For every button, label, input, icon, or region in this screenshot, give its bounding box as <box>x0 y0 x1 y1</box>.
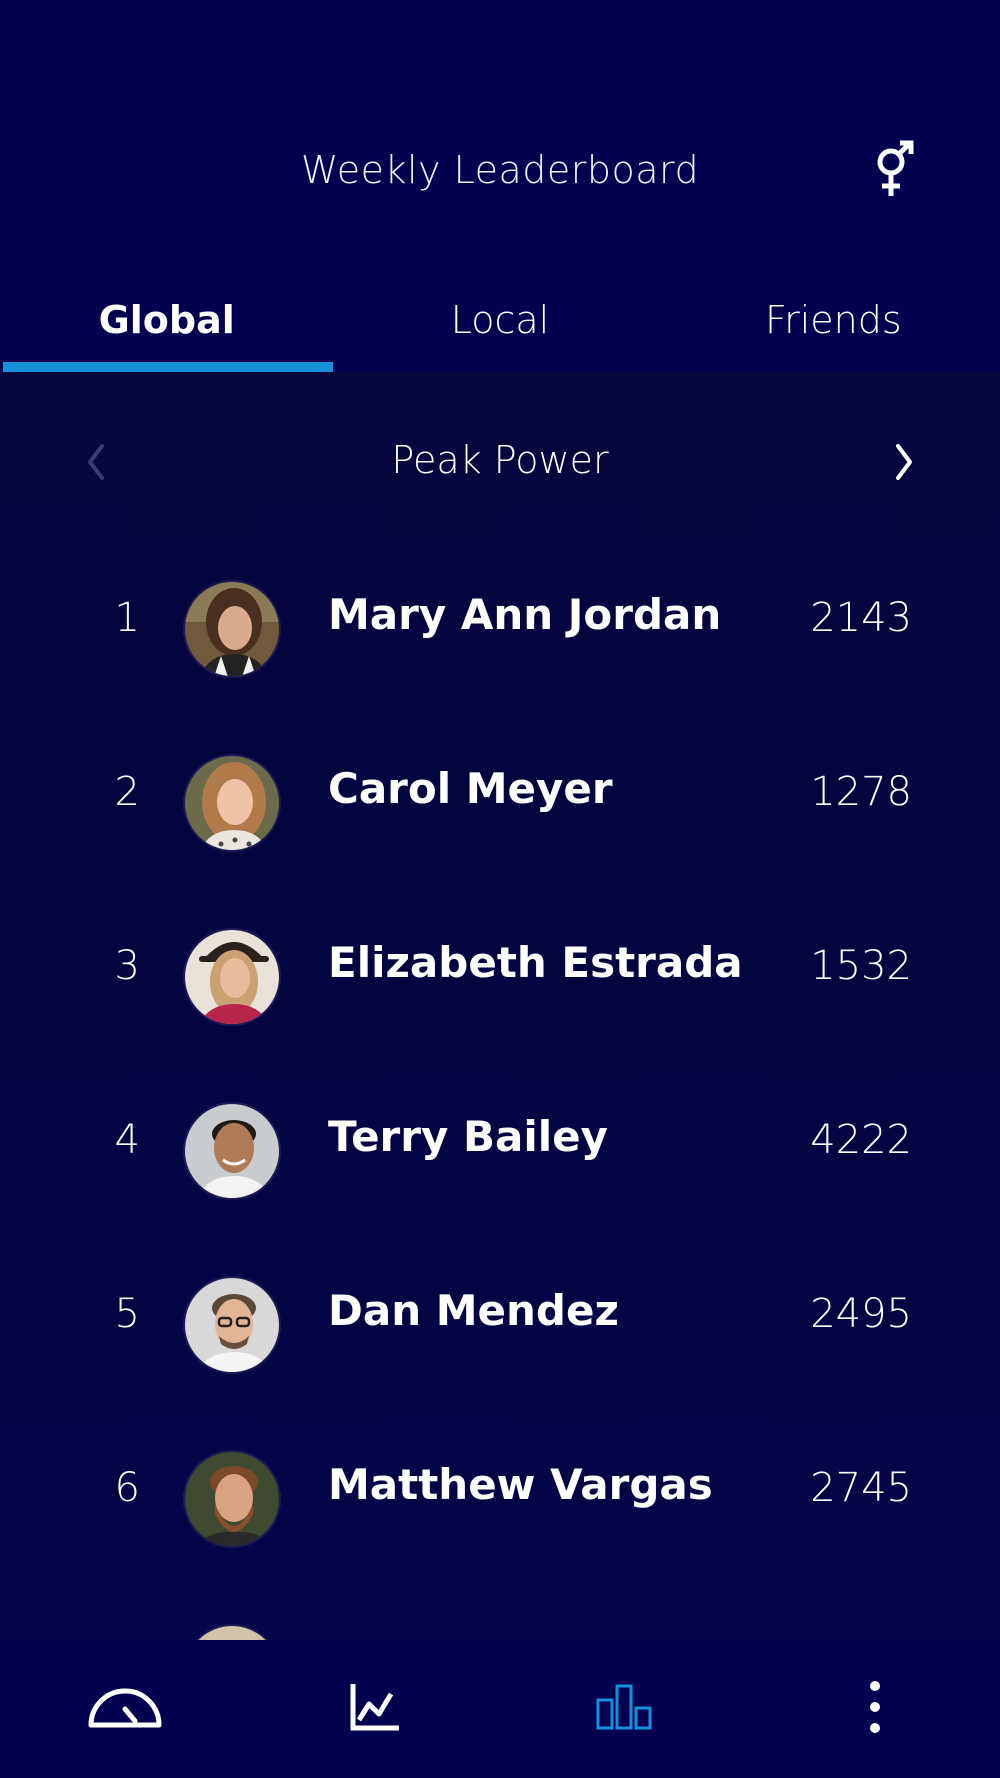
player-name: Elizabeth Estrada <box>328 938 743 987</box>
more-vertical-icon <box>869 1680 881 1738</box>
rank-number: 2 <box>114 769 140 815</box>
player-score: 1278 <box>810 769 912 815</box>
player-name: Matthew Vargas <box>328 1460 713 1509</box>
line-chart-icon <box>349 1682 401 1736</box>
nav-dashboard[interactable] <box>0 1640 250 1778</box>
page-title: Weekly Leaderboard <box>300 148 700 192</box>
avatar <box>183 754 281 852</box>
avatar <box>183 1450 281 1548</box>
leaderboard-screen: Weekly Leaderboard Global Local Friends … <box>0 0 1000 1778</box>
gender-icon[interactable] <box>872 140 918 200</box>
player-score: 2745 <box>810 1465 912 1511</box>
player-name: Terry Bailey <box>328 1112 608 1161</box>
list-item[interactable]: 6 Matthew Vargas 2745 <box>0 1412 1000 1586</box>
avatar <box>183 580 281 678</box>
avatar <box>183 928 281 1026</box>
leaderboard-panel: Peak Power 1 Mary Ann Jordan 2143 2 Caro… <box>0 372 1000 1640</box>
player-score: 4222 <box>810 1117 912 1163</box>
player-score: 2143 <box>810 595 912 641</box>
bottom-navigation <box>0 1640 1000 1778</box>
tab-global[interactable]: Global <box>0 270 333 372</box>
nav-leaderboard[interactable] <box>500 1640 750 1778</box>
header: Weekly Leaderboard <box>0 0 1000 250</box>
player-name: Dan Mendez <box>328 1286 619 1335</box>
avatar <box>183 1624 281 1640</box>
tab-local[interactable]: Local <box>333 270 666 372</box>
rank-number: 5 <box>114 1291 140 1337</box>
list-item[interactable]: 5 Dan Mendez 2495 <box>0 1238 1000 1412</box>
nav-stats[interactable] <box>250 1640 500 1778</box>
rank-number: 4 <box>114 1117 140 1163</box>
rank-number: 6 <box>114 1465 140 1511</box>
list-item[interactable]: 3 Elizabeth Estrada 1532 <box>0 890 1000 1064</box>
bar-chart-icon <box>595 1684 655 1734</box>
active-tab-indicator <box>3 362 333 372</box>
list-item[interactable] <box>0 1586 1000 1640</box>
tab-friends[interactable]: Friends <box>667 270 1000 372</box>
player-name: Carol Meyer <box>328 764 613 813</box>
list-item[interactable]: 1 Mary Ann Jordan 2143 <box>0 542 1000 716</box>
player-name: Mary Ann Jordan <box>328 590 722 639</box>
avatar <box>183 1276 281 1374</box>
player-score: 1532 <box>810 943 912 989</box>
leaderboard-list: 1 Mary Ann Jordan 2143 2 Carol Meyer 127… <box>0 542 1000 1640</box>
player-score: 2495 <box>810 1291 912 1337</box>
metric-selector: Peak Power <box>0 412 1000 512</box>
avatar <box>183 1102 281 1200</box>
list-item[interactable]: 4 Terry Bailey 4222 <box>0 1064 1000 1238</box>
speedometer-icon <box>87 1685 163 1733</box>
list-item[interactable]: 2 Carol Meyer 1278 <box>0 716 1000 890</box>
rank-number: 3 <box>114 943 140 989</box>
rank-number: 1 <box>114 595 140 641</box>
nav-more[interactable] <box>750 1640 1000 1778</box>
chevron-right-icon[interactable] <box>884 436 924 488</box>
metric-title: Peak Power <box>391 438 609 482</box>
tab-bar: Global Local Friends <box>0 270 1000 372</box>
